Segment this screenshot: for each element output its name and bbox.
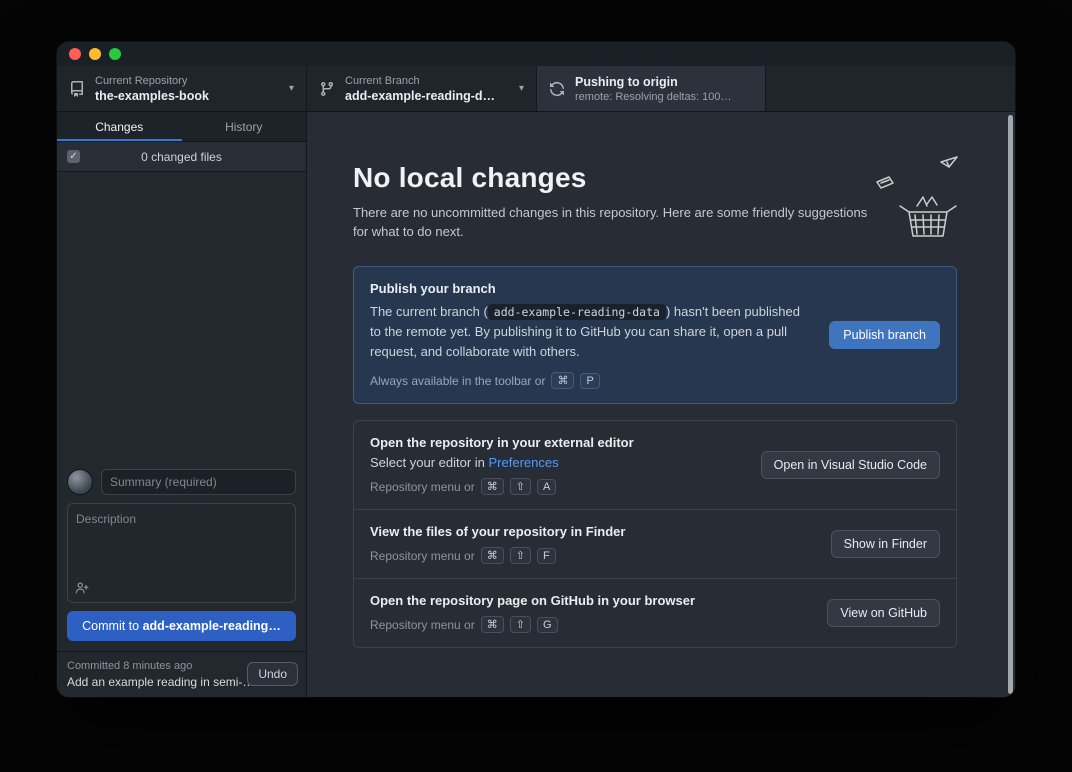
suggestion-hint-text: Repository menu or bbox=[370, 549, 475, 563]
suggestion-open-editor: Open the repository in your external edi… bbox=[354, 421, 956, 509]
last-commit-time: Committed 8 minutes ago bbox=[67, 660, 250, 672]
avatar bbox=[67, 469, 93, 495]
sidebar: Changes History 0 changed files ✓ bbox=[57, 112, 307, 697]
commit-form: Commit to add-example-reading… bbox=[57, 459, 306, 651]
publish-hint: Always available in the toolbar or ⌘ P bbox=[370, 372, 813, 389]
publish-card-body: The current branch (add-example-reading-… bbox=[370, 302, 813, 362]
sync-icon bbox=[549, 81, 565, 97]
branch-name: add-example-reading-d… bbox=[345, 89, 509, 103]
shift-key: ⇧ bbox=[510, 547, 531, 564]
preferences-link[interactable]: Preferences bbox=[489, 455, 559, 470]
suggestion-view-on-github: Open the repository page on GitHub in yo… bbox=[354, 578, 956, 647]
changed-files-row: 0 changed files ✓ bbox=[57, 142, 306, 172]
traffic-lights bbox=[69, 48, 121, 60]
tab-changes[interactable]: Changes bbox=[57, 112, 182, 141]
publish-card-title: Publish your branch bbox=[370, 281, 813, 296]
suggestion-hint: Repository menu or ⌘ ⇧ A bbox=[370, 478, 745, 495]
push-label: Pushing to origin bbox=[575, 75, 753, 89]
suggestion-title: Open the repository in your external edi… bbox=[370, 435, 745, 450]
add-coauthor-icon[interactable] bbox=[75, 581, 89, 595]
sidebar-tabs: Changes History bbox=[57, 112, 306, 142]
no-changes-illustration bbox=[869, 154, 961, 245]
repo-icon bbox=[69, 81, 85, 97]
push-to-origin-button[interactable]: Pushing to origin remote: Resolving delt… bbox=[537, 66, 766, 111]
commit-summary-input[interactable] bbox=[101, 469, 296, 495]
main-content: No local changes There are no uncommitte… bbox=[307, 112, 1015, 697]
commit-button[interactable]: Commit to add-example-reading… bbox=[67, 611, 296, 641]
chevron-down-icon: ▾ bbox=[519, 83, 524, 94]
chevron-down-icon: ▾ bbox=[289, 83, 294, 94]
tab-history[interactable]: History bbox=[182, 112, 307, 141]
a-key: A bbox=[537, 479, 556, 495]
branch-labels: Current Branch add-example-reading-d… bbox=[345, 75, 509, 103]
page-title: No local changes bbox=[353, 162, 957, 194]
publish-branch-button[interactable]: Publish branch bbox=[829, 321, 940, 349]
g-key: G bbox=[537, 617, 558, 633]
minimize-button[interactable] bbox=[89, 48, 101, 60]
toolbar: Current Repository the-examples-book ▾ C… bbox=[57, 66, 1015, 112]
suggestion-hint-text: Repository menu or bbox=[370, 480, 475, 494]
current-branch-dropdown[interactable]: Current Branch add-example-reading-d… ▾ bbox=[307, 66, 537, 111]
publish-body-pre: The current branch ( bbox=[370, 304, 488, 319]
repository-name: the-examples-book bbox=[95, 89, 279, 103]
current-repository-dropdown[interactable]: Current Repository the-examples-book ▾ bbox=[57, 66, 307, 111]
f-key: F bbox=[537, 548, 556, 564]
push-labels: Pushing to origin remote: Resolving delt… bbox=[575, 75, 753, 103]
close-button[interactable] bbox=[69, 48, 81, 60]
select-all-checkbox[interactable]: ✓ bbox=[67, 150, 80, 163]
branch-name-code: add-example-reading-data bbox=[488, 304, 666, 320]
suggestion-title: Open the repository page on GitHub in yo… bbox=[370, 593, 811, 608]
cmd-key: ⌘ bbox=[481, 547, 504, 564]
branch-label: Current Branch bbox=[345, 75, 509, 87]
git-branch-icon bbox=[319, 81, 335, 97]
toolbar-spacer bbox=[766, 66, 1015, 111]
page-subtitle: There are no uncommitted changes in this… bbox=[353, 204, 873, 242]
suggestion-hint-text: Repository menu or bbox=[370, 618, 475, 632]
commit-button-branch: add-example-reading… bbox=[143, 619, 281, 633]
last-commit-message: Add an example reading in semi-… bbox=[67, 675, 250, 689]
vertical-scrollbar[interactable] bbox=[1008, 115, 1013, 694]
cmd-key: ⌘ bbox=[481, 616, 504, 633]
p-key: P bbox=[580, 373, 599, 389]
suggestion-hint: Repository menu or ⌘ ⇧ F bbox=[370, 547, 815, 564]
undo-button[interactable]: Undo bbox=[247, 662, 298, 686]
suggestion-subtitle-text: Select your editor in bbox=[370, 455, 489, 470]
show-in-finder-button[interactable]: Show in Finder bbox=[831, 530, 940, 558]
publish-hint-text: Always available in the toolbar or bbox=[370, 374, 545, 388]
repository-labels: Current Repository the-examples-book bbox=[95, 75, 279, 103]
changed-files-label: 0 changed files bbox=[57, 150, 306, 164]
suggestion-subtitle: Select your editor in Preferences bbox=[370, 455, 745, 470]
suggestion-hint: Repository menu or ⌘ ⇧ G bbox=[370, 616, 811, 633]
open-in-editor-button[interactable]: Open in Visual Studio Code bbox=[761, 451, 940, 479]
commit-description-input[interactable] bbox=[67, 503, 296, 603]
publish-branch-card: Publish your branch The current branch (… bbox=[353, 266, 957, 404]
titlebar bbox=[57, 42, 1015, 66]
suggestions-card: Open the repository in your external edi… bbox=[353, 420, 957, 648]
app-window: Current Repository the-examples-book ▾ C… bbox=[57, 42, 1015, 697]
view-on-github-button[interactable]: View on GitHub bbox=[827, 599, 940, 627]
suggestion-title: View the files of your repository in Fin… bbox=[370, 524, 815, 539]
cmd-key: ⌘ bbox=[481, 478, 504, 495]
zoom-button[interactable] bbox=[109, 48, 121, 60]
commit-button-prefix: Commit to bbox=[82, 619, 142, 633]
cmd-key: ⌘ bbox=[551, 372, 574, 389]
changes-list-empty bbox=[57, 172, 306, 459]
shift-key: ⇧ bbox=[510, 616, 531, 633]
push-status: remote: Resolving deltas: 100… bbox=[575, 91, 753, 103]
suggestion-show-in-finder: View the files of your repository in Fin… bbox=[354, 509, 956, 578]
last-commit-footer: Committed 8 minutes ago Add an example r… bbox=[57, 651, 306, 697]
shift-key: ⇧ bbox=[510, 478, 531, 495]
repository-label: Current Repository bbox=[95, 75, 279, 87]
